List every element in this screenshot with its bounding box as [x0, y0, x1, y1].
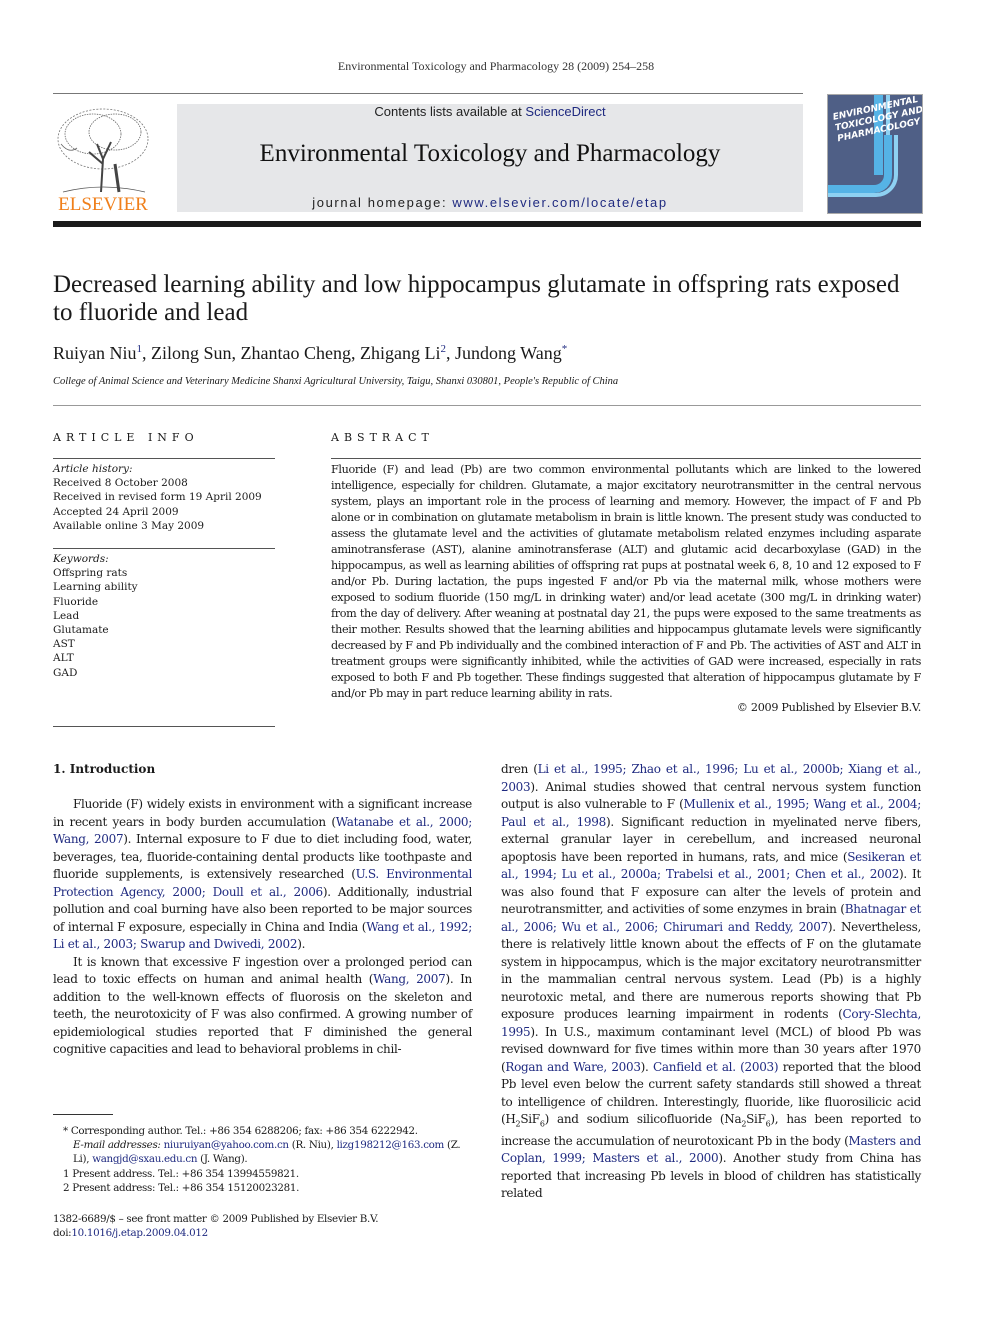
citation-link[interactable]: Sesikeran et al., 1994; Lu et al., 2000a… — [501, 850, 921, 882]
email-link[interactable]: lizg198212@163.com — [337, 1139, 445, 1151]
corresponding-author-note: * Corresponding author. Tel.: +86 354 62… — [63, 1125, 418, 1137]
citation-link[interactable]: Masters and Coplan, 1999; Masters et al.… — [501, 1134, 921, 1166]
article-info-rule — [53, 726, 275, 727]
contents-line: Contents lists available at ScienceDirec… — [374, 104, 606, 119]
abstract-rule — [331, 458, 921, 459]
citation-link[interactable]: Wang et al., 1992; Li et al., 2003; Swar… — [53, 920, 472, 952]
author[interactable]: Jundong Wang — [455, 343, 562, 363]
issn-line: 1382-6689/$ – see front matter © 2009 Pu… — [53, 1213, 379, 1225]
journal-title: Environmental Toxicology and Pharmacolog… — [259, 140, 721, 167]
author-list: Ruiyan Niu1, Zilong Sun, Zhantao Cheng, … — [53, 343, 568, 363]
email-link[interactable]: wangjd@sxau.edu.cn — [92, 1153, 197, 1165]
keyword: AST — [53, 638, 75, 651]
keyword: Glutamate — [53, 624, 109, 637]
sciencedirect-link[interactable]: ScienceDirect — [525, 104, 605, 119]
citation-link[interactable]: U.S. Environmental Protection Agency, 20… — [53, 867, 472, 899]
citation-link[interactable]: Watanabe et al., 2000; Wang, 2007 — [53, 815, 472, 847]
author[interactable]: Zhantao Cheng — [241, 343, 351, 363]
subscript: 6 — [539, 1119, 545, 1129]
footnote-1: 1 Present address. Tel.: +86 354 1399455… — [63, 1167, 299, 1180]
body-column-left: Fluoride (F) widely exists in environmen… — [53, 796, 472, 1059]
masthead-thick-rule — [53, 221, 921, 227]
keyword: Lead — [53, 609, 80, 622]
journal-cover-image: ENVIRONMENTAL TOXICOLOGY AND PHARMACOLOG… — [827, 94, 923, 214]
author[interactable]: Zhigang Li — [360, 343, 440, 363]
journal-homepage-link[interactable]: www.elsevier.com/locate/etap — [452, 195, 667, 210]
email-note: E-mail addresses: niuruiyan@yahoo.com.cn… — [73, 1139, 461, 1166]
paragraph: Fluoride (F) widely exists in environmen… — [53, 797, 473, 952]
abstract-text: Fluoride (F) and lead (Pb) are two commo… — [331, 463, 921, 700]
introduction-heading: 1. Introduction — [53, 762, 156, 776]
article-info-rule — [53, 458, 275, 459]
author-footnote-mark[interactable]: 1 — [137, 343, 143, 355]
citation-link[interactable]: Canfield et al. (2003) — [653, 1060, 779, 1074]
citation-link[interactable]: Wang, 2007 — [373, 972, 446, 986]
history-received: Received 8 October 2008 — [53, 477, 188, 490]
front-matter: 1382-6689/$ – see front matter © 2009 Pu… — [53, 1212, 473, 1240]
author[interactable]: Zilong Sun — [151, 343, 232, 363]
history-accepted: Accepted 24 April 2009 — [53, 505, 179, 518]
keyword: ALT — [53, 652, 74, 665]
article-info-rule — [53, 548, 275, 549]
article-title: Decreased learning ability and low hippo… — [53, 271, 900, 326]
corresponding-author-mark[interactable]: * — [562, 343, 568, 355]
email-label: E-mail addresses: — [73, 1139, 161, 1152]
citation-link[interactable]: Cory-Slechta, 1995 — [501, 1007, 921, 1039]
subscript: 2 — [741, 1119, 747, 1129]
journal-banner: Contents lists available at ScienceDirec… — [177, 104, 803, 212]
paragraph: It is known that excessive F ingestion o… — [53, 954, 472, 1057]
keywords-label: Keywords: — [53, 553, 109, 565]
article-history-label: Article history: — [53, 463, 133, 475]
elsevier-wordmark: ELSEVIER — [58, 194, 148, 215]
email-link[interactable]: niuruiyan@yahoo.com.cn — [164, 1139, 289, 1151]
paragraph: dren (Li et al., 1995; Zhao et al., 1996… — [501, 762, 922, 1201]
affiliation: College of Animal Science and Veterinary… — [53, 376, 619, 387]
keyword: Offspring rats — [53, 567, 128, 580]
keyword: Fluoride — [53, 595, 99, 608]
header-rule — [53, 93, 803, 94]
keywords: Keywords: Offspring rats Learning abilit… — [53, 552, 275, 680]
running-head: Environmental Toxicology and Pharmacolog… — [337, 59, 655, 73]
footnote-2: 2 Present address: Tel.: +86 354 1512002… — [63, 1181, 300, 1194]
doi-link[interactable]: 10.1016/j.etap.2009.04.012 — [71, 1227, 208, 1239]
body-column-right: dren (Li et al., 1995; Zhao et al., 1996… — [501, 761, 921, 1203]
section-rule — [53, 405, 921, 406]
abstract-copyright: © 2009 Published by Elsevier B.V. — [736, 701, 922, 714]
abstract-heading: ABSTRACT — [331, 431, 434, 444]
subscript: 6 — [765, 1119, 771, 1129]
history-online: Available online 3 May 2009 — [53, 519, 205, 532]
footnotes: * Corresponding author. Tel.: +86 354 62… — [53, 1124, 473, 1195]
article-info-heading: ARTICLE INFO — [53, 431, 199, 444]
citation-link[interactable]: Li et al., 1995; Zhao et al., 1996; Lu e… — [501, 762, 921, 794]
citation-link[interactable]: Mullenix et al., 1995; Wang et al., 2004… — [501, 797, 921, 829]
journal-homepage-line: journal homepage: www.elsevier.com/locat… — [312, 195, 668, 210]
author[interactable]: Ruiyan Niu — [53, 343, 137, 363]
cover-curve — [828, 135, 898, 197]
article-history: Article history: Received 8 October 2008… — [53, 462, 275, 533]
keyword: Learning ability — [53, 581, 138, 594]
citation-link[interactable]: Bhatnagar et al., 2006; Wu et al., 2006;… — [501, 902, 921, 934]
subscript: 2 — [515, 1119, 521, 1129]
citation-link[interactable]: Rogan and Ware, 2003 — [505, 1060, 641, 1074]
keyword: GAD — [53, 666, 78, 679]
history-revised: Received in revised form 19 April 2009 — [53, 491, 262, 504]
doi-line: doi:10.1016/j.etap.2009.04.012 — [53, 1227, 208, 1240]
footnote-rule — [53, 1114, 113, 1115]
author-footnote-mark[interactable]: 2 — [440, 343, 446, 355]
